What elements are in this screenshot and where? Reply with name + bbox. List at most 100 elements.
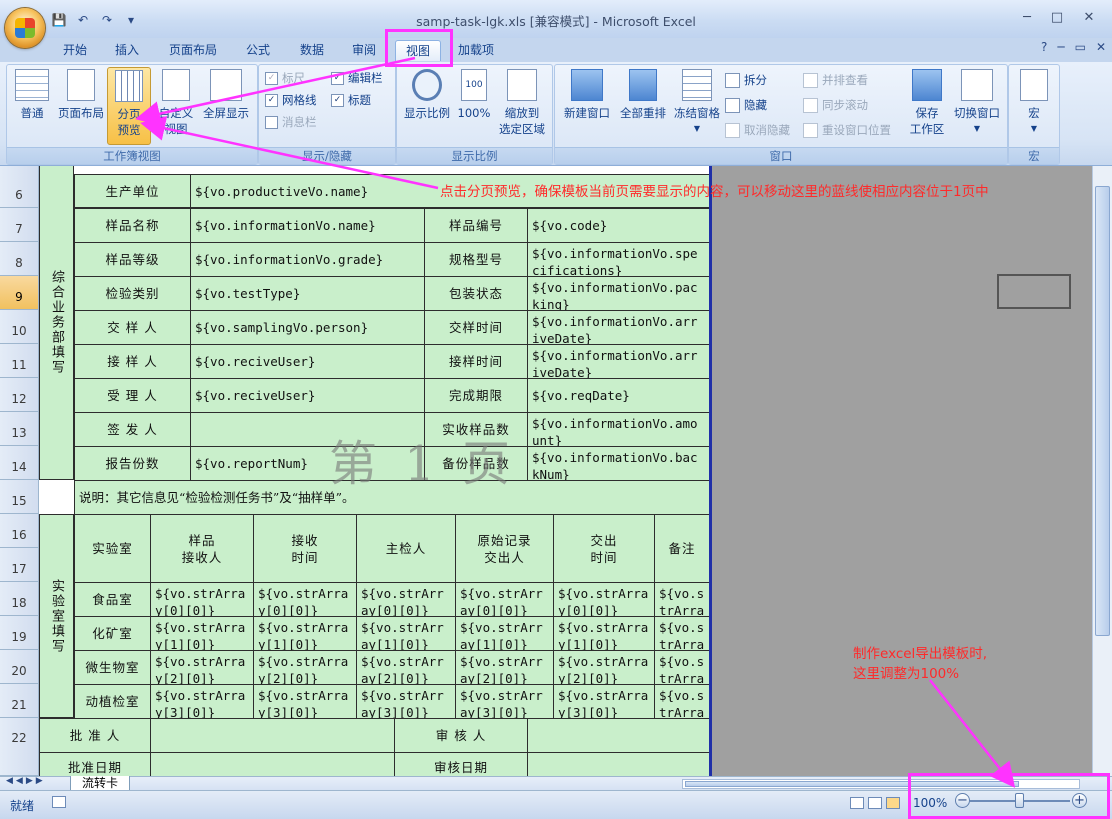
label-approver[interactable]: 批 准 人 bbox=[39, 718, 151, 753]
macros-button[interactable]: 宏 ▼ bbox=[1013, 69, 1055, 137]
row-header-8[interactable]: 8 bbox=[0, 242, 38, 276]
normal-view-button[interactable]: 普通 bbox=[11, 69, 53, 121]
page-break-status-icon[interactable] bbox=[886, 797, 900, 809]
value-sample-grade[interactable]: ${vo.informationVo.grade} bbox=[190, 242, 425, 277]
hide-button[interactable]: 隐藏 bbox=[725, 96, 767, 114]
gridlines-checkbox[interactable]: ✓ 网格线 bbox=[265, 91, 317, 109]
value-approver[interactable] bbox=[150, 718, 395, 753]
value-delivered-by[interactable]: ${vo.samplingVo.person} bbox=[190, 310, 425, 345]
label-producer[interactable]: 生产单位 bbox=[74, 174, 191, 208]
formula-bar-checkbox[interactable]: ✓ 编辑栏 bbox=[331, 69, 383, 87]
lab-row-cell[interactable]: ${vo.strArray[2][0]} bbox=[150, 650, 254, 685]
row-header-14[interactable]: 14 bbox=[0, 446, 38, 480]
lab-row-cell[interactable]: ${vo.strArray[0][0]} bbox=[455, 582, 554, 617]
lab-row-name[interactable]: 动植检室 bbox=[74, 684, 151, 719]
workbook-restore-icon[interactable]: ▭ bbox=[1075, 40, 1086, 54]
tab-formulas[interactable]: 公式 bbox=[240, 40, 276, 60]
lab-header-receive-time[interactable]: 接收 时间 bbox=[253, 514, 357, 583]
label-test-type[interactable]: 检验类别 bbox=[74, 276, 191, 311]
page-layout-status-icon[interactable] bbox=[868, 797, 882, 809]
lab-row-cell[interactable]: ${vo.strArray[0][0]} bbox=[253, 582, 357, 617]
lab-row-cell[interactable]: ${vo.strArray[1][0]} bbox=[356, 616, 456, 651]
lab-row-name[interactable]: 微生物室 bbox=[74, 650, 151, 685]
lab-row-cell[interactable]: ${vo.strArray[1][0]} bbox=[654, 616, 710, 651]
row-header-11[interactable]: 11 bbox=[0, 344, 38, 378]
new-window-button[interactable]: 新建窗口 bbox=[559, 69, 615, 121]
reset-window-position-button[interactable]: 重设窗口位置 bbox=[803, 121, 891, 139]
label-sample-name[interactable]: 样品名称 bbox=[74, 208, 191, 243]
value-reviewer[interactable] bbox=[527, 718, 710, 753]
lab-row-cell[interactable]: ${vo.strArray[3][0]} bbox=[553, 684, 655, 719]
lab-row-cell[interactable]: ${vo.strArray[2][0]} bbox=[654, 650, 710, 685]
tab-review[interactable]: 审阅 bbox=[346, 40, 382, 60]
lab-row-cell[interactable]: ${vo.strArray[0][0]} bbox=[553, 582, 655, 617]
label-delivery-time[interactable]: 交样时间 bbox=[424, 310, 528, 345]
lab-row-cell[interactable]: ${vo.strArray[0][0]} bbox=[150, 582, 254, 617]
zoom-button[interactable]: 显示比例 bbox=[401, 69, 453, 121]
lab-row-cell[interactable]: ${vo.strArray[3][0]} bbox=[356, 684, 456, 719]
label-report-copies[interactable]: 报告份数 bbox=[74, 446, 191, 481]
label-receive-time[interactable]: 接样时间 bbox=[424, 344, 528, 379]
lab-row-cell[interactable]: ${vo.strArray[3][0]} bbox=[150, 684, 254, 719]
zoom-100-button[interactable]: 100 100% bbox=[455, 69, 493, 121]
row-header-6[interactable]: 6 bbox=[0, 166, 38, 208]
tab-home[interactable]: 开始 bbox=[58, 40, 92, 60]
value-test-type[interactable]: ${vo.testType} bbox=[190, 276, 425, 311]
split-button[interactable]: 拆分 bbox=[725, 71, 767, 89]
zoom-to-selection-button[interactable]: 缩放到 选定区域 bbox=[495, 69, 549, 137]
value-sample-code[interactable]: ${vo.code} bbox=[527, 208, 710, 243]
row-header-18[interactable]: 18 bbox=[0, 582, 38, 616]
lab-row-cell[interactable]: ${vo.strArray[0][0]} bbox=[356, 582, 456, 617]
workbook-minimize-icon[interactable]: ─ bbox=[1057, 40, 1064, 54]
label-review-date[interactable]: 审核日期 bbox=[394, 752, 528, 776]
value-delivery-time[interactable]: ${vo.informationVo.arriveDate} bbox=[527, 310, 710, 345]
row-header-22[interactable]: 22 bbox=[0, 718, 38, 776]
lab-header-receiver[interactable]: 样品 接收人 bbox=[150, 514, 254, 583]
label-sample-grade[interactable]: 样品等级 bbox=[74, 242, 191, 277]
vertical-scrollbar[interactable] bbox=[1092, 166, 1112, 776]
label-reviewer[interactable]: 审 核 人 bbox=[394, 718, 528, 753]
qat-customize-icon[interactable]: ▾ bbox=[122, 11, 140, 29]
row-header-16[interactable]: 16 bbox=[0, 514, 38, 548]
sync-scroll-button[interactable]: 同步滚动 bbox=[803, 96, 868, 114]
message-bar-checkbox[interactable]: 消息栏 bbox=[265, 113, 317, 131]
normal-view-status-icon[interactable] bbox=[850, 797, 864, 809]
switch-windows-button[interactable]: 切换窗口 ▼ bbox=[949, 69, 1005, 137]
row-header-7[interactable]: 7 bbox=[0, 208, 38, 242]
label-deadline[interactable]: 完成期限 bbox=[424, 378, 528, 413]
unhide-button[interactable]: 取消隐藏 bbox=[725, 121, 790, 139]
sheet-tab-active[interactable]: 流转卡 bbox=[70, 776, 130, 791]
save-workspace-button[interactable]: 保存 工作区 bbox=[905, 69, 949, 137]
value-accepted-by[interactable]: ${vo.reciveUser} bbox=[190, 378, 425, 413]
lab-row-name[interactable]: 食品室 bbox=[74, 582, 151, 617]
side-by-side-button[interactable]: 并排查看 bbox=[803, 71, 868, 89]
label-accepted-by[interactable]: 受 理 人 bbox=[74, 378, 191, 413]
tab-insert[interactable]: 插入 bbox=[110, 40, 144, 60]
value-sample-name[interactable]: ${vo.informationVo.name} bbox=[190, 208, 425, 243]
lab-row-cell[interactable]: ${vo.strArray[3][0]} bbox=[654, 684, 710, 719]
arrange-all-button[interactable]: 全部重排 bbox=[615, 69, 671, 121]
row-header-10[interactable]: 10 bbox=[0, 310, 38, 344]
fullscreen-button[interactable]: 全屏显示 bbox=[199, 69, 253, 121]
row-header-20[interactable]: 20 bbox=[0, 650, 38, 684]
side-label-lab[interactable]: 实验室填写 bbox=[39, 514, 74, 718]
side-label-business[interactable]: 综合业务部填写 bbox=[39, 166, 74, 480]
lab-header-remarks[interactable]: 备注 bbox=[654, 514, 710, 583]
value-approve-date[interactable] bbox=[150, 752, 395, 776]
sheet-nav-arrows-icon[interactable]: ◀◀▶▶ bbox=[6, 776, 46, 786]
page-break-line[interactable] bbox=[709, 166, 712, 776]
label-approve-date[interactable]: 批准日期 bbox=[39, 752, 151, 776]
close-button[interactable]: ✕ bbox=[1074, 10, 1104, 28]
label-sample-code[interactable]: 样品编号 bbox=[424, 208, 528, 243]
row-header-19[interactable]: 19 bbox=[0, 616, 38, 650]
row-header-17[interactable]: 17 bbox=[0, 548, 38, 582]
value-deadline[interactable]: ${vo.reqDate} bbox=[527, 378, 710, 413]
row-header-13[interactable]: 13 bbox=[0, 412, 38, 446]
page-break-preview-button[interactable]: 分页 预览 bbox=[107, 67, 151, 145]
row-header-21[interactable]: 21 bbox=[0, 684, 38, 718]
label-received-by[interactable]: 接 样 人 bbox=[74, 344, 191, 379]
value-received-by[interactable]: ${vo.reciveUser} bbox=[190, 344, 425, 379]
lab-row-cell[interactable]: ${vo.strArray[2][0]} bbox=[553, 650, 655, 685]
active-cell-selection[interactable] bbox=[997, 274, 1071, 309]
macro-record-icon[interactable] bbox=[52, 796, 66, 808]
